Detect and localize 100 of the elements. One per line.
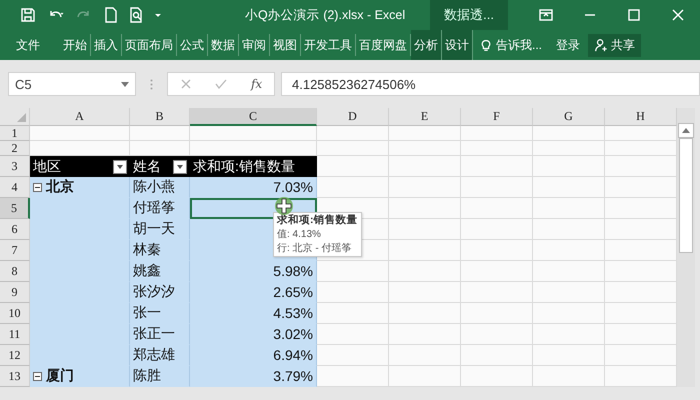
row-header[interactable]: 7: [0, 240, 30, 261]
caret-icon: [682, 128, 690, 133]
name-box[interactable]: C5: [8, 72, 136, 96]
ribbon-tab[interactable]: 开始: [60, 34, 91, 56]
ribbon-tab[interactable]: 插入: [91, 34, 122, 56]
table-cell: [389, 141, 461, 156]
table-cell: [317, 156, 389, 177]
caret-icon: [176, 164, 184, 170]
table-cell: [461, 156, 533, 177]
table-cell: [461, 303, 533, 324]
region-label: 北京: [46, 178, 74, 196]
row-header[interactable]: 5: [0, 198, 30, 219]
table-cell: [389, 261, 461, 282]
close-icon[interactable]: [670, 7, 686, 23]
ribbon-tab[interactable]: 数据: [208, 34, 239, 56]
ribbon-tab[interactable]: 视图: [270, 34, 301, 56]
row-header[interactable]: 9: [0, 282, 30, 303]
row-header[interactable]: 12: [0, 345, 30, 366]
row-header[interactable]: 3: [0, 156, 30, 177]
tell-me-link[interactable]: 告诉我...: [496, 36, 542, 54]
value-text: 4.53%: [273, 305, 313, 321]
scroll-up-button[interactable]: [678, 123, 694, 138]
value-text: 6.94%: [273, 347, 313, 363]
table-cell: 姚鑫: [130, 261, 190, 282]
table-cell: [317, 177, 389, 198]
row-header[interactable]: 11: [0, 324, 30, 345]
table-cell: [533, 261, 605, 282]
row-header[interactable]: 4: [0, 177, 30, 198]
ribbon-tab[interactable]: 分析: [411, 30, 442, 60]
table-cell: [389, 324, 461, 345]
table-cell: [461, 219, 533, 240]
save-icon[interactable]: [20, 7, 36, 23]
row-header[interactable]: 2: [0, 141, 30, 156]
table-cell: [533, 219, 605, 240]
ribbon-tab[interactable]: 文件: [0, 34, 60, 56]
table-cell: [461, 324, 533, 345]
row-header[interactable]: 8: [0, 261, 30, 282]
ribbon-tab[interactable]: 页面布局: [122, 34, 177, 56]
table-cell: 张汐汐: [130, 282, 190, 303]
pivot-header-label: 求和项:销售数量: [193, 158, 295, 176]
scroll-thumb[interactable]: [679, 138, 693, 253]
check-icon[interactable]: [215, 78, 228, 90]
insert-function-button[interactable]: fx: [250, 77, 262, 91]
table-cell: [533, 198, 605, 219]
table-cell: [533, 141, 605, 156]
table-cell: [389, 156, 461, 177]
row-header[interactable]: 13: [0, 366, 30, 387]
table-cell: [533, 177, 605, 198]
value-text: 3.79%: [273, 368, 313, 384]
tooltip-text: 求和项:销售数量: [277, 214, 358, 227]
print-preview-icon[interactable]: [128, 7, 144, 23]
column-header[interactable]: E: [389, 108, 461, 126]
table-cell: [461, 126, 533, 141]
formula-field[interactable]: 4.12585236274506%: [281, 72, 700, 96]
table-cell: [389, 303, 461, 324]
table-cell: 郑志雄: [130, 345, 190, 366]
table-cell: 陈小燕: [130, 177, 190, 198]
column-header[interactable]: H: [605, 108, 677, 126]
table-cell: [533, 126, 605, 141]
table-cell: 张一: [130, 303, 190, 324]
lightbulb-icon[interactable]: [479, 38, 493, 52]
filter-dropdown-button[interactable]: [113, 160, 127, 174]
contextual-tab-group: 数据透...: [430, 0, 508, 30]
new-document-icon[interactable]: [103, 7, 119, 23]
table-cell: [317, 282, 389, 303]
table-cell: [461, 345, 533, 366]
column-header[interactable]: G: [533, 108, 605, 126]
column-header[interactable]: D: [317, 108, 389, 126]
row-header[interactable]: 6: [0, 219, 30, 240]
vertical-scrollbar[interactable]: [677, 108, 695, 387]
column-header[interactable]: A: [30, 108, 130, 126]
grip-icon: [150, 78, 153, 90]
table-cell: [317, 240, 389, 261]
table-cell: [317, 324, 389, 345]
table-cell: [533, 303, 605, 324]
ribbon-tab[interactable]: 设计: [442, 30, 473, 60]
row-header[interactable]: 1: [0, 126, 30, 141]
table-cell: [389, 282, 461, 303]
column-header[interactable]: B: [130, 108, 190, 126]
ribbon-display-icon[interactable]: [538, 7, 554, 23]
table-cell: 陈胜: [130, 366, 190, 387]
collapse-icon[interactable]: [33, 182, 42, 192]
filter-dropdown-button[interactable]: [173, 160, 187, 174]
table-cell: 付瑶筝: [130, 198, 190, 219]
column-header[interactable]: C: [190, 108, 317, 126]
ribbon-tab[interactable]: 开发工具: [301, 34, 356, 56]
ribbon-tab[interactable]: 审阅: [239, 34, 270, 56]
ribbon-tab[interactable]: 公式: [177, 34, 208, 56]
table-cell: [533, 366, 605, 387]
collapse-icon[interactable]: [33, 372, 42, 380]
share-button[interactable]: 共享: [588, 34, 642, 56]
tooltip-text: 值: 4.13%: [277, 228, 322, 241]
person-add-icon[interactable]: [594, 38, 608, 52]
sign-in-link[interactable]: 登录: [556, 36, 580, 54]
value-text: 5.98%: [273, 263, 313, 279]
row-header[interactable]: 10: [0, 303, 30, 324]
table-cell: [317, 303, 389, 324]
value-text: 3.02%: [273, 326, 313, 342]
column-header[interactable]: F: [461, 108, 533, 126]
maximize-icon[interactable]: [626, 7, 642, 23]
